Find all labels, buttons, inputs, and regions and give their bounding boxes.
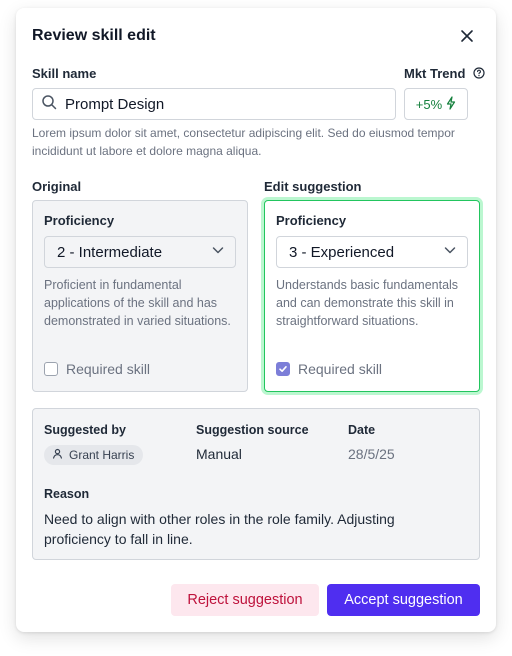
review-skill-dialog: Review skill edit Skill name Mkt Trend P… — [16, 8, 496, 632]
help-circle-icon[interactable] — [473, 67, 485, 82]
original-proficiency-value: 2 - Intermediate — [57, 243, 163, 261]
original-required-checkbox[interactable] — [44, 362, 58, 376]
suggestion-source-value: Manual — [196, 446, 242, 462]
mkt-trend-value: +5% — [415, 96, 443, 112]
reason-label: Reason — [44, 487, 90, 501]
suggestion-proficiency-description: Understands basic fundamentals and can d… — [276, 278, 459, 328]
original-heading: Original — [32, 179, 82, 194]
suggested-by-value: Grant Harris — [69, 448, 135, 462]
original-card: Proficiency 2 - Intermediate Proficient … — [32, 200, 248, 392]
user-icon — [52, 448, 63, 462]
skill-description: Lorem ipsum dolor sit amet, consectetur … — [32, 126, 455, 158]
suggestion-proficiency-select[interactable]: 3 - Experienced — [276, 236, 468, 268]
original-required-label: Required skill — [66, 361, 151, 377]
edit-suggestion-heading: Edit suggestion — [264, 179, 362, 194]
skill-name-input[interactable]: Prompt Design — [32, 88, 396, 120]
original-proficiency-description: Proficient in fundamental applications o… — [44, 278, 231, 328]
close-icon[interactable] — [459, 28, 475, 44]
reject-suggestion-button[interactable]: Reject suggestion — [171, 584, 319, 616]
suggestion-proficiency-label: Proficiency — [276, 213, 347, 228]
suggestion-card: Proficiency 3 - Experienced Understands … — [264, 200, 480, 392]
suggestion-required-label: Required skill — [298, 361, 383, 377]
skill-name-value: Prompt Design — [65, 95, 165, 113]
skill-name-label: Skill name — [32, 66, 97, 81]
date-value: 28/5/25 — [348, 446, 395, 462]
date-label: Date — [348, 423, 376, 437]
mkt-trend-box: +5% — [404, 88, 468, 120]
original-proficiency-select[interactable]: 2 - Intermediate — [44, 236, 236, 268]
mkt-trend-label: Mkt Trend — [404, 66, 466, 81]
suggestion-required-row[interactable]: Required skill — [276, 361, 382, 377]
suggestion-source-label: Suggestion source — [196, 423, 309, 437]
dialog-title: Review skill edit — [32, 27, 156, 44]
accept-suggestion-button[interactable]: Accept suggestion — [327, 584, 480, 616]
chevron-down-icon — [443, 243, 457, 261]
suggestion-required-checkbox[interactable] — [276, 362, 290, 376]
original-proficiency-label: Proficiency — [44, 213, 115, 228]
suggested-by-label: Suggested by — [44, 423, 126, 437]
search-icon — [41, 94, 57, 115]
suggestion-proficiency-value: 3 - Experienced — [289, 243, 395, 261]
lightning-icon — [446, 95, 456, 113]
chevron-down-icon — [211, 243, 225, 261]
checkmark-icon — [279, 366, 287, 372]
suggested-by-chip: Grant Harris — [44, 445, 144, 465]
reason-value: Need to align with other roles in the ro… — [44, 511, 395, 547]
suggestion-details-panel: Suggested by Grant Harris Suggestion sou… — [32, 408, 480, 560]
mkt-trend-header: Mkt Trend — [404, 66, 485, 82]
original-required-row[interactable]: Required skill — [44, 361, 150, 377]
